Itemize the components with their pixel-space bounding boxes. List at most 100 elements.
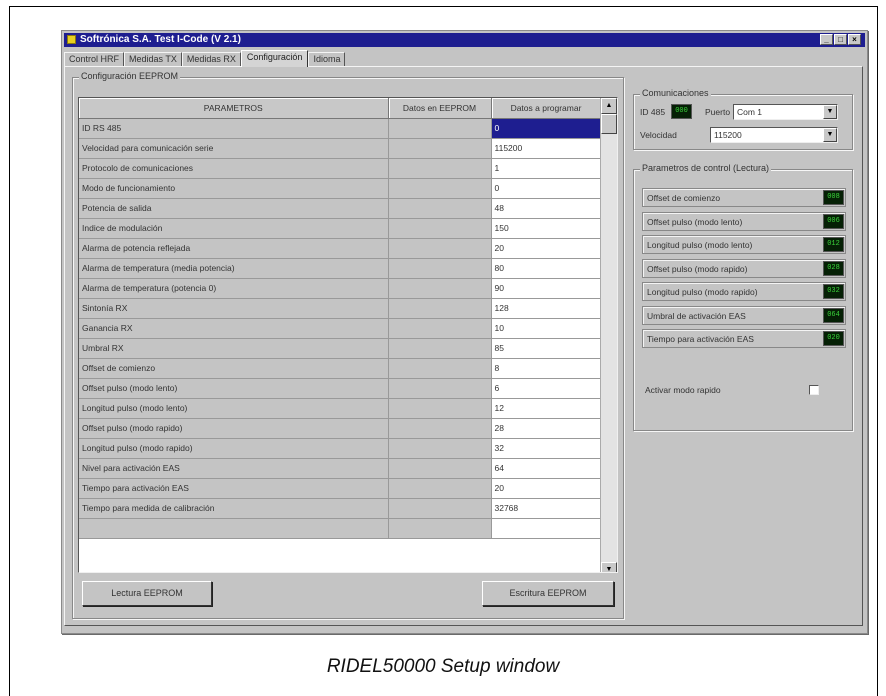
table-row[interactable]: Potencia de salida 48 bbox=[79, 198, 602, 219]
program-value-cell[interactable]: 80 bbox=[491, 258, 602, 279]
table-row[interactable]: Indice de modulación 150 bbox=[79, 218, 602, 239]
control-param-label: Longitud pulso (modo lento) bbox=[647, 240, 753, 250]
grid-header-row: PARAMETROS Datos en EEPROM Datos a program… bbox=[79, 98, 602, 119]
table-row[interactable]: Alarma de temperatura (potencia 0) 90 bbox=[79, 278, 602, 299]
control-param-value: 028 bbox=[823, 260, 844, 276]
table-row[interactable]: Sintonía RX 128 bbox=[79, 298, 602, 319]
program-value-cell[interactable]: 64 bbox=[491, 458, 602, 479]
program-value-cell[interactable]: 150 bbox=[491, 218, 602, 239]
port-select[interactable]: Com 1 ▼ bbox=[733, 104, 838, 120]
scroll-thumb[interactable] bbox=[601, 114, 617, 134]
scroll-up-button[interactable]: ▲ bbox=[601, 98, 617, 114]
grid-header-cell[interactable]: PARAMETROS bbox=[79, 98, 389, 119]
control-param-value: 020 bbox=[823, 331, 844, 346]
table-row[interactable]: Alarma de temperatura (media potencia) 80 bbox=[79, 258, 602, 279]
table-row[interactable]: Ganancia RX 10 bbox=[79, 318, 602, 339]
eeprom-value-cell bbox=[388, 198, 492, 219]
fast-mode-checkbox[interactable] bbox=[809, 385, 819, 395]
table-row[interactable] bbox=[79, 518, 602, 539]
program-value-cell[interactable]: 20 bbox=[491, 238, 602, 259]
speed-select[interactable]: 115200 ▼ bbox=[710, 127, 838, 143]
close-button[interactable]: × bbox=[848, 34, 861, 45]
tab-bar: Control HRF Medidas TX Medidas RX Config… bbox=[64, 50, 346, 67]
program-value-cell[interactable]: 48 bbox=[491, 198, 602, 219]
param-name-cell: Sintonía RX bbox=[79, 298, 389, 319]
program-value-cell[interactable]: 32 bbox=[491, 438, 602, 459]
eeprom-value-cell bbox=[388, 498, 492, 519]
write-eeprom-button[interactable]: Escritura EEPROM bbox=[482, 581, 614, 606]
tab-medidas-tx[interactable]: Medidas TX bbox=[124, 52, 182, 67]
table-row[interactable]: Protocolo de comunicaciones 1 bbox=[79, 158, 602, 179]
eeprom-value-cell bbox=[388, 178, 492, 199]
table-row[interactable]: Longitud pulso (modo rapido) 32 bbox=[79, 438, 602, 459]
program-value-cell[interactable]: 128 bbox=[491, 298, 602, 319]
program-value-cell[interactable]: 10 bbox=[491, 318, 602, 339]
grid-header-cell[interactable]: Datos a programar bbox=[491, 98, 602, 119]
eeprom-value-cell bbox=[388, 258, 492, 279]
table-row[interactable]: Umbral RX 85 bbox=[79, 338, 602, 359]
param-name-cell: Tiempo para medida de calibración bbox=[79, 498, 389, 519]
port-select-value: Com 1 bbox=[737, 107, 763, 117]
scroll-down-button[interactable]: ▼ bbox=[601, 562, 617, 572]
minimize-button[interactable]: _ bbox=[820, 34, 833, 45]
id-485-label: ID 485 bbox=[640, 107, 666, 117]
program-value-cell[interactable]: 0 bbox=[491, 118, 602, 139]
table-row[interactable]: Alarma de potencia reflejada 20 bbox=[79, 238, 602, 259]
grid-header-cell[interactable]: Datos en EEPROM bbox=[388, 98, 492, 119]
program-value-cell[interactable]: 90 bbox=[491, 278, 602, 299]
program-value-cell[interactable]: 115200 bbox=[491, 138, 602, 159]
tab-configuracion[interactable]: Configuración bbox=[240, 50, 309, 67]
table-row[interactable]: ID RS 485 0 bbox=[79, 118, 602, 139]
speed-label: Velocidad bbox=[640, 130, 677, 140]
program-value-cell[interactable]: 6 bbox=[491, 378, 602, 399]
program-value-cell[interactable]: 8 bbox=[491, 358, 602, 379]
control-param-label: Umbral de activación EAS bbox=[647, 310, 746, 321]
program-value-cell[interactable]: 32768 bbox=[491, 498, 602, 519]
program-value-cell[interactable] bbox=[491, 518, 602, 539]
control-param-row: Offset pulso (modo rapido) 028 bbox=[642, 258, 846, 278]
eeprom-group-label: Configuración EEPROM bbox=[79, 71, 181, 81]
grid-scrollbar[interactable]: ▲ ▼ bbox=[600, 98, 617, 572]
table-row[interactable]: Offset pulso (modo lento) 6 bbox=[79, 378, 602, 399]
maximize-button[interactable]: □ bbox=[834, 34, 847, 45]
param-name-cell: Alarma de potencia reflejada bbox=[79, 238, 389, 259]
param-name-cell: Nivel para activación EAS bbox=[79, 458, 389, 479]
chevron-down-icon[interactable]: ▼ bbox=[823, 128, 837, 142]
chevron-down-icon[interactable]: ▼ bbox=[823, 105, 837, 119]
eeprom-value-cell bbox=[388, 418, 492, 439]
program-value-cell[interactable]: 12 bbox=[491, 398, 602, 419]
figure-caption: RIDEL50000 Setup window bbox=[326, 656, 560, 677]
program-value-cell[interactable]: 85 bbox=[491, 338, 602, 359]
window-title: Softrónica S.A. Test I-Code (V 2.1) bbox=[80, 34, 241, 45]
control-param-row: Tiempo para activación EAS 020 bbox=[642, 329, 846, 348]
program-value-cell[interactable]: 20 bbox=[491, 478, 602, 499]
table-row[interactable]: Tiempo para activación EAS 20 bbox=[79, 478, 602, 499]
table-row[interactable]: Nivel para activación EAS 64 bbox=[79, 458, 602, 479]
param-name-cell: Protocolo de comunicaciones bbox=[79, 158, 389, 179]
program-value-cell[interactable]: 28 bbox=[491, 418, 602, 439]
tab-idioma[interactable]: Idioma bbox=[308, 52, 346, 67]
program-value-cell[interactable]: 0 bbox=[491, 178, 602, 199]
eeprom-value-cell bbox=[388, 118, 492, 139]
program-value-cell[interactable]: 1 bbox=[491, 158, 602, 179]
table-row[interactable]: Longitud pulso (modo lento) 12 bbox=[79, 398, 602, 419]
table-row[interactable]: Offset de comienzo 8 bbox=[79, 358, 602, 379]
table-row[interactable]: Velocidad para comunicación serie 115200 bbox=[79, 138, 602, 159]
param-name-cell: Indice de modulación bbox=[79, 218, 389, 239]
eeprom-value-cell bbox=[388, 218, 492, 239]
read-eeprom-button[interactable]: Lectura EEPROM bbox=[82, 581, 212, 606]
param-name-cell: Offset pulso (modo lento) bbox=[79, 378, 389, 399]
table-row[interactable]: Tiempo para medida de calibración 32768 bbox=[79, 498, 602, 519]
eeprom-grid[interactable]: PARAMETROS Datos en EEPROM Datos a program… bbox=[78, 97, 618, 573]
eeprom-value-cell bbox=[388, 458, 492, 479]
port-label: Puerto bbox=[705, 107, 731, 117]
control-param-value: 064 bbox=[823, 307, 844, 323]
app-icon bbox=[67, 35, 76, 44]
param-name-cell: Potencia de salida bbox=[79, 198, 389, 219]
tab-medidas-rx[interactable]: Medidas RX bbox=[181, 52, 241, 67]
table-row[interactable]: Modo de funcionamiento 0 bbox=[79, 178, 602, 199]
tab-control-hrf[interactable]: Control HRF bbox=[64, 52, 125, 67]
table-row[interactable]: Offset pulso (modo rapido) 28 bbox=[79, 418, 602, 439]
param-name-cell: Umbral RX bbox=[79, 338, 389, 359]
title-bar[interactable]: Softrónica S.A. Test I-Code (V 2.1) _ □ … bbox=[64, 33, 865, 47]
